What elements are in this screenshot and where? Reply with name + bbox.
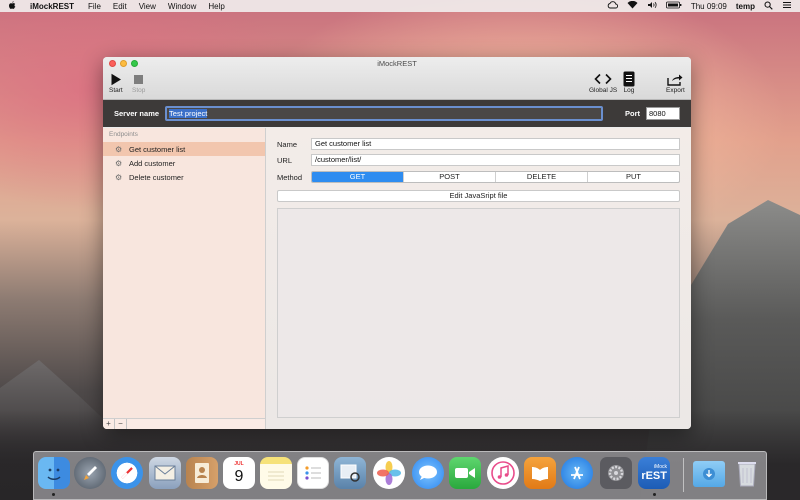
gear-icon: ⚙ xyxy=(115,172,123,182)
method-label: Method xyxy=(277,172,303,182)
edit-javascript-button[interactable]: Edit JavaSript file xyxy=(277,190,680,202)
dock-separator xyxy=(683,458,684,492)
calendar-day: 9 xyxy=(234,467,244,485)
endpoint-item-add-customer[interactable]: ⚙ Add customer xyxy=(103,156,265,170)
server-name-input[interactable]: Test project xyxy=(165,106,604,121)
icloud-icon[interactable] xyxy=(607,1,618,11)
app-store-icon[interactable] xyxy=(561,457,593,489)
method-row: Method GET POST DELETE PUT xyxy=(277,171,680,183)
server-name-value: Test project xyxy=(169,109,208,118)
global-js-label: Global JS xyxy=(589,87,618,94)
name-label: Name xyxy=(277,139,298,149)
apple-icon[interactable] xyxy=(8,0,20,12)
battery-icon[interactable] xyxy=(665,1,682,11)
log-label: Log xyxy=(623,87,635,94)
add-endpoint-button[interactable]: + xyxy=(103,419,115,429)
stop-label: Stop xyxy=(132,87,146,94)
imockrest-running-indicator xyxy=(653,493,656,496)
start-button[interactable]: Start xyxy=(109,71,123,94)
export-button[interactable]: Export xyxy=(666,71,685,94)
calendar-month: JUL xyxy=(234,460,244,467)
spotlight-icon[interactable] xyxy=(764,1,773,12)
app-window: iMockREST Start Stop Global JS Log Expor… xyxy=(103,57,691,429)
menu-app-name[interactable]: iMockREST xyxy=(30,2,74,11)
imockrest-icon[interactable]: iMock rEST xyxy=(638,457,670,489)
wifi-icon[interactable] xyxy=(627,0,638,11)
menu-file[interactable]: File xyxy=(88,2,101,11)
reminders-icon[interactable] xyxy=(297,457,329,489)
endpoint-item-delete-customer[interactable]: ⚙ Delete customer xyxy=(103,170,265,184)
name-field[interactable]: Get customer list xyxy=(311,138,680,150)
port-label: Port xyxy=(625,109,640,118)
safari-icon[interactable] xyxy=(111,457,143,489)
server-name-label: Server name xyxy=(114,109,160,118)
menu-clock[interactable]: Thu 09:09 xyxy=(691,2,727,11)
volume-icon[interactable] xyxy=(647,1,657,11)
calendar-icon[interactable]: JUL 9 xyxy=(223,457,255,489)
itunes-icon[interactable] xyxy=(487,457,519,489)
ibooks-icon[interactable] xyxy=(524,457,556,489)
stop-icon xyxy=(133,71,144,87)
sidebar-footer: + − xyxy=(103,418,265,429)
global-js-button[interactable]: Global JS xyxy=(589,71,617,94)
imockrest-big-label: rEST xyxy=(641,470,667,482)
facetime-icon[interactable] xyxy=(449,457,481,489)
trash-icon[interactable] xyxy=(731,457,763,489)
gear-icon: ⚙ xyxy=(115,158,123,168)
method-get[interactable]: GET xyxy=(312,172,404,182)
port-input[interactable]: 8080 xyxy=(646,107,680,120)
menu-bar: iMockREST File Edit View Window Help Thu… xyxy=(0,0,800,12)
share-icon xyxy=(667,71,683,87)
menu-user[interactable]: temp xyxy=(736,2,755,11)
mail-icon[interactable] xyxy=(149,457,181,489)
system-preferences-icon[interactable] xyxy=(600,457,632,489)
code-brackets-icon xyxy=(594,71,612,87)
method-delete[interactable]: DELETE xyxy=(496,172,588,182)
gear-icon: ⚙ xyxy=(115,144,123,154)
menu-help[interactable]: Help xyxy=(208,2,224,11)
endpoint-item-label: Delete customer xyxy=(129,172,184,182)
finder-icon[interactable] xyxy=(38,457,70,489)
endpoints-sidebar: Endpoints ⚙ Get customer list ⚙ Add cust… xyxy=(103,128,266,429)
menu-view[interactable]: View xyxy=(139,2,156,11)
url-row: URL /customer/list/ xyxy=(277,154,680,166)
method-post[interactable]: POST xyxy=(404,172,496,182)
endpoint-item-get-customer-list[interactable]: ⚙ Get customer list xyxy=(103,142,265,156)
menu-edit[interactable]: Edit xyxy=(113,2,127,11)
play-icon xyxy=(110,71,122,87)
content-area: Endpoints ⚙ Get customer list ⚙ Add cust… xyxy=(103,128,691,429)
log-button[interactable]: Log xyxy=(623,71,635,94)
method-put[interactable]: PUT xyxy=(588,172,679,182)
downloads-folder-icon[interactable] xyxy=(693,461,725,487)
name-row: Name Get customer list xyxy=(277,138,680,150)
menu-window[interactable]: Window xyxy=(168,2,196,11)
endpoint-item-label: Add customer xyxy=(129,158,176,168)
endpoint-detail: Name Get customer list URL /customer/lis… xyxy=(266,128,691,429)
notification-center-icon[interactable] xyxy=(782,1,792,11)
contacts-icon[interactable] xyxy=(186,457,218,489)
notes-icon[interactable] xyxy=(260,457,292,489)
preview-icon[interactable] xyxy=(334,457,366,489)
photos-icon[interactable] xyxy=(373,457,405,489)
finder-running-indicator xyxy=(52,493,55,496)
start-label: Start xyxy=(109,87,123,94)
window-title: iMockREST xyxy=(377,59,417,68)
toolbar: iMockREST Start Stop Global JS Log Expor… xyxy=(103,57,691,100)
export-label: Export xyxy=(666,87,685,94)
server-bar: Server name Test project Port 8080 xyxy=(103,100,691,127)
log-document-icon xyxy=(623,71,635,87)
messages-icon[interactable] xyxy=(412,457,444,489)
endpoints-header: Endpoints xyxy=(109,131,138,138)
response-editor[interactable] xyxy=(277,208,680,418)
url-label: URL xyxy=(277,155,293,165)
remove-endpoint-button[interactable]: − xyxy=(115,419,127,429)
method-segmented-control: GET POST DELETE PUT xyxy=(311,171,680,183)
url-field[interactable]: /customer/list/ xyxy=(311,154,680,166)
endpoint-item-label: Get customer list xyxy=(129,144,186,154)
launchpad-icon[interactable] xyxy=(74,457,106,489)
stop-button[interactable]: Stop xyxy=(132,71,145,94)
